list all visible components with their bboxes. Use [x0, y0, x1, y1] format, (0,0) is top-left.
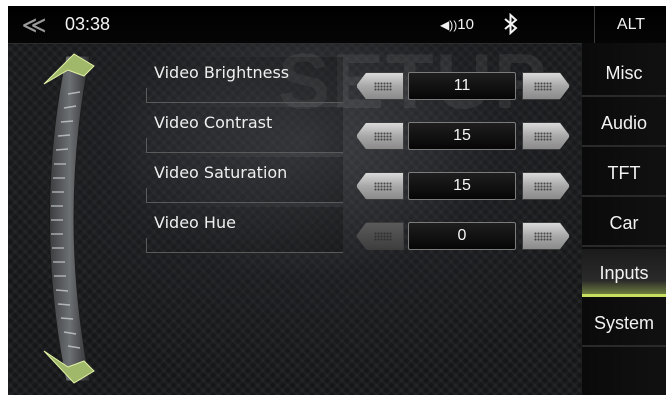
decrease-button[interactable] — [356, 72, 404, 100]
setting-row-video-brightness: Video Brightness 11 — [146, 57, 576, 103]
grip-icon — [374, 82, 392, 91]
setting-label: Video Hue — [146, 207, 343, 253]
increase-button[interactable] — [522, 72, 570, 100]
side-menu-item-system[interactable]: System — [582, 299, 666, 347]
setting-row-video-saturation: Video Saturation 15 — [146, 157, 576, 203]
side-menu-item-car[interactable]: Car — [582, 199, 666, 247]
speaker-icon: ◀)) — [440, 18, 458, 32]
grip-icon — [534, 132, 552, 141]
decrease-button[interactable] — [356, 222, 404, 250]
side-menu-item-inputs[interactable]: Inputs — [582, 249, 666, 297]
value-display: 15 — [408, 122, 516, 150]
value-display: 11 — [408, 72, 516, 100]
grip-icon — [534, 182, 552, 191]
clock: 03:38 — [65, 14, 111, 34]
setting-label: Video Contrast — [146, 107, 343, 153]
back-button[interactable]: ≪ — [14, 10, 54, 40]
device-frame: ≪ 03:38 ◀))10 ALT SETUP — [0, 0, 669, 395]
increase-button[interactable] — [522, 172, 570, 200]
grip-icon — [534, 232, 552, 241]
setting-label: Video Saturation — [146, 157, 343, 203]
decrease-button[interactable] — [356, 172, 404, 200]
side-menu-item-tft[interactable]: TFT — [582, 149, 666, 197]
grip-icon — [374, 182, 392, 191]
setting-label: Video Brightness — [146, 57, 343, 103]
grip-icon — [374, 132, 392, 141]
volume-indicator: ◀))10 — [440, 16, 474, 33]
value-display: 15 — [408, 172, 516, 200]
volume-level: 10 — [457, 16, 474, 33]
alt-button[interactable]: ALT — [594, 6, 666, 43]
increase-button[interactable] — [522, 222, 570, 250]
grip-icon — [534, 82, 552, 91]
side-menu-item-audio[interactable]: Audio — [582, 99, 666, 147]
arc-scroller[interactable] — [28, 46, 108, 391]
setting-row-video-hue: Video Hue 0 — [146, 207, 576, 253]
value-display: 0 — [408, 222, 516, 250]
decrease-button[interactable] — [356, 122, 404, 150]
setting-row-video-contrast: Video Contrast 15 — [146, 107, 576, 153]
bluetooth-icon — [504, 13, 518, 35]
increase-button[interactable] — [522, 122, 570, 150]
screen: ≪ 03:38 ◀))10 ALT SETUP — [8, 6, 666, 395]
side-menu-item-misc[interactable]: Misc — [582, 49, 666, 97]
grip-icon — [374, 232, 392, 241]
double-chevron-left-icon: ≪ — [21, 11, 47, 39]
side-menu: Misc Audio TFT Car Inputs System — [582, 43, 666, 395]
